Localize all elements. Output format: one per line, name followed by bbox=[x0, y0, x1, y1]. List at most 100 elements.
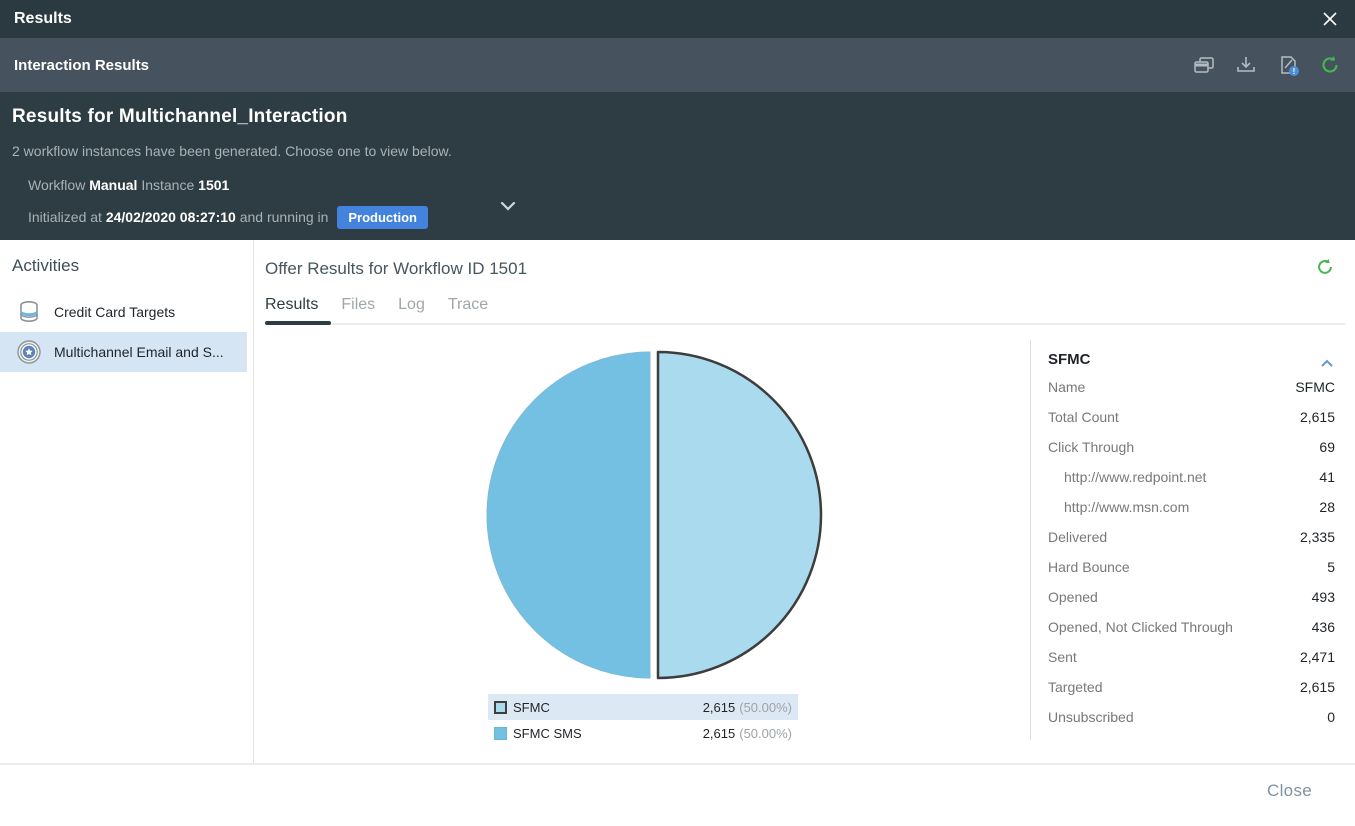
detail-row: Click Through 69 bbox=[1048, 432, 1335, 462]
detail-row: Name SFMC bbox=[1048, 372, 1335, 402]
detail-row: Opened, Not Clicked Through 436 bbox=[1048, 612, 1335, 642]
detail-value: 2,615 bbox=[1300, 409, 1335, 425]
active-tab-indicator bbox=[265, 321, 331, 325]
details-panel-title: SFMC bbox=[1048, 351, 1091, 368]
detail-row: Sent 2,471 bbox=[1048, 642, 1335, 672]
detail-label: Delivered bbox=[1048, 529, 1107, 545]
offer-star-icon bbox=[16, 339, 42, 365]
results-tabs: Results Files Log Trace bbox=[265, 296, 488, 324]
tab-log[interactable]: Log bbox=[398, 296, 425, 324]
legend-swatch-sfmc bbox=[494, 701, 507, 714]
svg-text:!: ! bbox=[1293, 67, 1296, 76]
results-header-subtitle: 2 workflow instances have been generated… bbox=[12, 143, 1343, 159]
detail-value: 436 bbox=[1312, 619, 1335, 635]
environment-badge: Production bbox=[337, 206, 428, 229]
workflow-line: Workflow Manual Instance 1501 bbox=[28, 177, 548, 193]
detail-label: http://www.redpoint.net bbox=[1048, 469, 1206, 485]
dialog-titlebar: Results bbox=[0, 0, 1355, 38]
tab-files[interactable]: Files bbox=[341, 296, 375, 324]
detail-value: 2,335 bbox=[1300, 529, 1335, 545]
toolbar-icons: ! bbox=[1193, 54, 1341, 76]
sfmc-details-panel: SFMC Name SFMC Total Count 2,615 Click T… bbox=[1030, 340, 1355, 740]
cards-icon[interactable] bbox=[1193, 54, 1215, 76]
detail-label: Sent bbox=[1048, 649, 1077, 665]
detail-row: Opened 493 bbox=[1048, 582, 1335, 612]
interaction-results-toolbar: Interaction Results ! bbox=[0, 38, 1355, 92]
offer-results-main: Offer Results for Workflow ID 1501 Resul… bbox=[254, 240, 1355, 763]
results-dialog: Results Interaction Results bbox=[0, 0, 1355, 826]
footer-divider bbox=[0, 763, 1355, 765]
detail-label: http://www.msn.com bbox=[1048, 499, 1189, 515]
running-label: and running in bbox=[240, 209, 329, 225]
sidebar-item-label: Credit Card Targets bbox=[54, 304, 175, 320]
initialized-label: Initialized at bbox=[28, 209, 102, 225]
chevron-down-icon[interactable] bbox=[498, 199, 518, 215]
initialized-line: Initialized at 24/02/2020 08:27:10 and r… bbox=[28, 206, 548, 229]
detail-row-link: http://www.redpoint.net 41 bbox=[1048, 462, 1335, 492]
detail-label: Opened bbox=[1048, 589, 1098, 605]
detail-value: 69 bbox=[1319, 439, 1335, 455]
detail-label: Name bbox=[1048, 379, 1085, 395]
dialog-title: Results bbox=[14, 10, 72, 28]
detail-value: 41 bbox=[1319, 469, 1335, 485]
legend-value: 2,615 bbox=[703, 700, 736, 715]
database-icon bbox=[16, 299, 42, 325]
close-button[interactable]: Close bbox=[1267, 781, 1312, 801]
detail-row: Total Count 2,615 bbox=[1048, 402, 1335, 432]
detail-label: Opened, Not Clicked Through bbox=[1048, 619, 1233, 635]
results-header-title: Results for Multichannel_Interaction bbox=[12, 106, 1343, 128]
initialized-value: 24/02/2020 08:27:10 bbox=[106, 209, 236, 225]
detail-value: 493 bbox=[1312, 589, 1335, 605]
tab-results[interactable]: Results bbox=[265, 296, 318, 324]
dialog-body: Activities Credit Card Targets bbox=[0, 240, 1355, 763]
legend-value: 2,615 bbox=[703, 726, 736, 741]
refresh-icon[interactable] bbox=[1315, 257, 1335, 277]
toolbar-title: Interaction Results bbox=[14, 57, 149, 74]
legend-percent: (50.00%) bbox=[739, 726, 792, 741]
legend-row-sfmc[interactable]: SFMC 2,615 (50.00%) bbox=[488, 694, 798, 720]
detail-row: Unsubscribed 0 bbox=[1048, 702, 1335, 732]
activities-title: Activities bbox=[0, 256, 253, 276]
refresh-icon[interactable] bbox=[1319, 54, 1341, 76]
offer-results-pie-chart bbox=[484, 348, 824, 682]
workflow-label: Workflow bbox=[28, 177, 85, 193]
sidebar-item-multichannel-email[interactable]: Multichannel Email and S... bbox=[0, 332, 247, 372]
activities-list: Credit Card Targets Multichannel Email a… bbox=[0, 292, 253, 372]
pie-slice-sfmc-sms[interactable] bbox=[487, 352, 650, 678]
detail-value: 2,471 bbox=[1300, 649, 1335, 665]
chevron-up-icon[interactable] bbox=[1321, 354, 1335, 364]
pie-slice-sfmc[interactable] bbox=[658, 352, 821, 678]
detail-row-link: http://www.msn.com 28 bbox=[1048, 492, 1335, 522]
workflow-instance-selector[interactable]: Workflow Manual Instance 1501 Initialize… bbox=[28, 177, 548, 229]
results-header: Results for Multichannel_Interaction 2 w… bbox=[0, 92, 1355, 240]
sidebar-item-credit-card-targets[interactable]: Credit Card Targets bbox=[0, 292, 247, 332]
legend-percent: (50.00%) bbox=[739, 700, 792, 715]
close-icon[interactable] bbox=[1319, 8, 1341, 30]
offer-results-title: Offer Results for Workflow ID 1501 bbox=[265, 259, 527, 279]
file-edit-info-icon[interactable]: ! bbox=[1277, 54, 1299, 76]
pie-legend: SFMC 2,615 (50.00%) SFMC SMS 2,615 (50.0… bbox=[488, 694, 798, 746]
detail-label: Click Through bbox=[1048, 439, 1134, 455]
download-icon[interactable] bbox=[1235, 54, 1257, 76]
detail-label: Total Count bbox=[1048, 409, 1119, 425]
detail-value: SFMC bbox=[1295, 379, 1335, 395]
activities-sidebar: Activities Credit Card Targets bbox=[0, 240, 254, 763]
detail-label: Hard Bounce bbox=[1048, 559, 1130, 575]
tabs-divider bbox=[265, 323, 1345, 325]
detail-row: Hard Bounce 5 bbox=[1048, 552, 1335, 582]
detail-label: Unsubscribed bbox=[1048, 709, 1134, 725]
instance-label: Instance bbox=[141, 177, 194, 193]
instance-value: 1501 bbox=[198, 177, 229, 193]
tab-trace[interactable]: Trace bbox=[448, 296, 488, 324]
sidebar-item-label: Multichannel Email and S... bbox=[54, 344, 224, 360]
details-panel-header: SFMC bbox=[1048, 346, 1335, 372]
detail-value: 5 bbox=[1327, 559, 1335, 575]
detail-value: 2,615 bbox=[1300, 679, 1335, 695]
legend-row-sfmc-sms[interactable]: SFMC SMS 2,615 (50.00%) bbox=[488, 720, 798, 746]
workflow-value: Manual bbox=[89, 177, 137, 193]
detail-row: Targeted 2,615 bbox=[1048, 672, 1335, 702]
detail-label: Targeted bbox=[1048, 679, 1102, 695]
detail-value: 0 bbox=[1327, 709, 1335, 725]
detail-value: 28 bbox=[1319, 499, 1335, 515]
legend-label: SFMC bbox=[513, 700, 550, 715]
